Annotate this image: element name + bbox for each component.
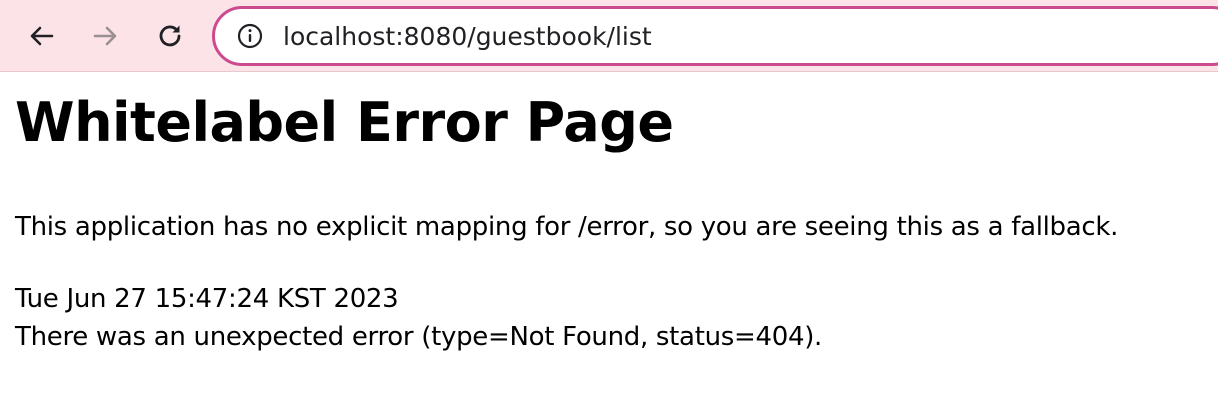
forward-arrow-icon xyxy=(93,26,117,46)
page-title: Whitelabel Error Page xyxy=(15,91,674,154)
reload-icon xyxy=(159,25,181,47)
back-arrow-icon xyxy=(30,26,54,46)
error-message: This application has no explicit mapping… xyxy=(15,212,1119,242)
error-details: Tue Jun 27 15:47:24 KST 2023 There was a… xyxy=(15,280,822,356)
page-content: Whitelabel Error Page This application h… xyxy=(15,88,1205,352)
error-status: There was an unexpected error (type=Not … xyxy=(15,322,823,352)
url-text[interactable]: localhost:8080/guestbook/list xyxy=(283,22,652,52)
reload-button[interactable] xyxy=(150,16,190,56)
browser-toolbar: localhost:8080/guestbook/list xyxy=(0,0,1218,72)
error-timestamp: Tue Jun 27 15:47:24 KST 2023 xyxy=(15,284,399,314)
address-bar[interactable]: localhost:8080/guestbook/list xyxy=(212,6,1218,66)
back-button[interactable] xyxy=(22,16,62,56)
forward-button[interactable] xyxy=(85,16,125,56)
info-icon[interactable] xyxy=(237,23,263,49)
